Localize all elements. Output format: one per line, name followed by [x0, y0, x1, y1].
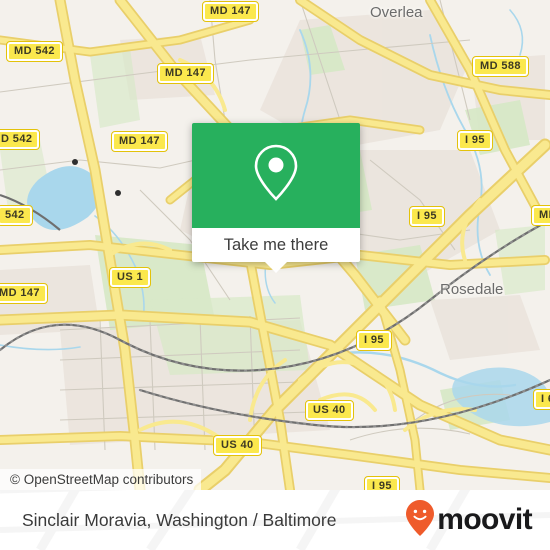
highway-shield: MD 147 [202, 1, 259, 22]
highway-shield: I 95 [457, 130, 493, 151]
map-place-label: Overlea [370, 4, 423, 21]
highway-shield: 542 [0, 205, 33, 226]
highway-shield: US 40 [213, 435, 262, 456]
highway-shield: I 95 [409, 206, 445, 227]
moovit-wordmark: moovit [437, 503, 532, 536]
highway-shield: US 1 [108, 267, 152, 288]
popup-footer[interactable]: Take me there [192, 228, 360, 262]
highway-shield: I 95 [356, 330, 392, 351]
map-pin-icon [249, 141, 303, 210]
highway-shield: US 40 [305, 400, 354, 421]
moovit-smiley-pin-icon [405, 499, 435, 542]
highway-shield: MD 588 [472, 56, 529, 77]
highway-shield: MD 147 [157, 63, 214, 84]
page-title: Sinclair Moravia, Washington / Baltimore [22, 509, 337, 530]
highway-shield: MD 147 [111, 131, 168, 152]
highway-shield: D 542 [0, 129, 41, 150]
map-attribution[interactable]: © OpenStreetMap contributors [0, 469, 202, 490]
popup-header [192, 123, 360, 228]
highway-shield: MD 147 [0, 283, 48, 304]
footer-bar: Sinclair Moravia, Washington / Baltimore… [0, 490, 550, 550]
moovit-logo[interactable]: moovit [405, 499, 533, 542]
highway-shield: MD 542 [6, 41, 63, 62]
highway-shield: I 6 [532, 389, 550, 410]
map-place-label: Rosedale [440, 281, 504, 298]
screenshot-root: .rd { stroke:#f7e48c; stroke-linecap:rou… [0, 0, 550, 550]
highway-shield: MD [531, 205, 550, 226]
popup-pointer-tail [265, 262, 287, 273]
take-me-there-popup[interactable]: Take me there [192, 123, 360, 262]
highway-shield: I 95 [364, 476, 400, 490]
take-me-there-label: Take me there [223, 235, 329, 254]
